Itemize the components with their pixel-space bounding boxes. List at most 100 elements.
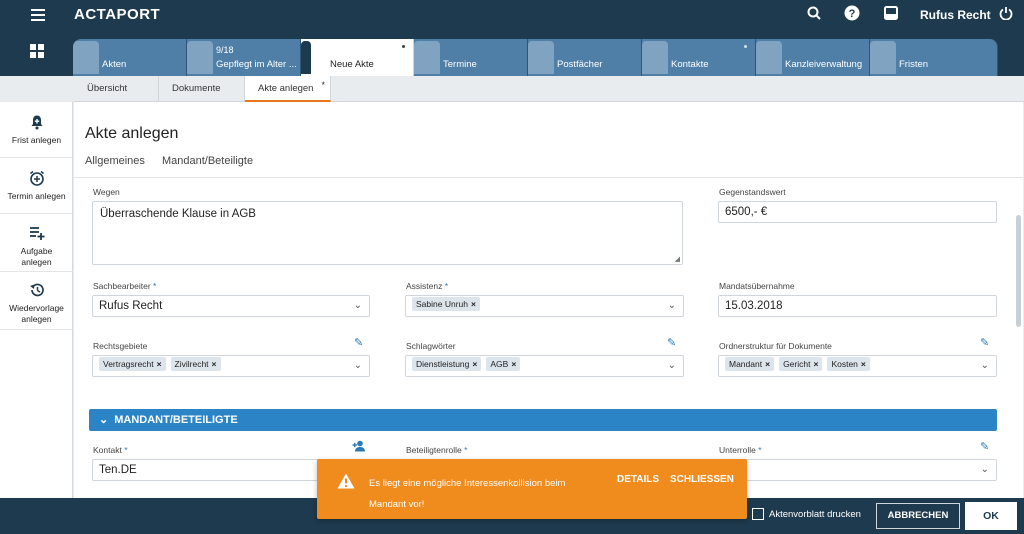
toast-details-button[interactable]: DETAILS: [617, 474, 659, 485]
tab-akten[interactable]: Akten: [73, 39, 187, 76]
chip-kosten: Kosten ×: [827, 357, 870, 371]
ok-button[interactable]: OK: [965, 502, 1017, 530]
tab-neue-akte[interactable]: Neue Akte: [301, 39, 414, 76]
document-icon: [301, 41, 311, 74]
help-icon[interactable]: ?: [842, 5, 862, 25]
section-tabs: Allgemeines Mandant/Beteiligte: [85, 155, 267, 167]
chip-remove-icon[interactable]: ×: [861, 359, 866, 369]
divider: [74, 177, 1023, 178]
subtab-uebersicht[interactable]: Übersicht: [74, 76, 159, 102]
chevron-down-icon: ⌄: [99, 414, 109, 426]
alarm-plus-icon: [28, 170, 46, 188]
chip-gericht: Gericht ×: [779, 357, 823, 371]
section-tab-allgemeines[interactable]: Allgemeines: [85, 155, 145, 167]
sidebar-frist-anlegen[interactable]: Frist anlegen: [0, 102, 73, 158]
page-title: Akte anlegen: [85, 125, 179, 142]
mandatsuebernahme-label: Mandatsübernahme: [719, 281, 795, 291]
main-tab-strip: Akten 9/18 Gepflegt im Alter ... Neue Ak…: [0, 30, 1024, 76]
top-bar: ACTAPORT ? Rufus Recht: [0, 0, 1024, 30]
inbox-icon[interactable]: [881, 5, 901, 25]
bell-plus-icon: [28, 114, 46, 132]
pencil-icon[interactable]: ✎: [980, 441, 992, 453]
tab-gepflegt[interactable]: 9/18 Gepflegt im Alter ...: [187, 39, 301, 76]
toast-close-button[interactable]: SCHLIESSEN: [670, 474, 734, 485]
sub-tab-strip: Übersicht Dokumente Akte anlegen *: [74, 76, 1024, 102]
tab-kontakte[interactable]: Kontakte: [642, 39, 756, 76]
subtab-akte-anlegen[interactable]: Akte anlegen *: [245, 76, 331, 102]
chip-remove-icon[interactable]: ×: [765, 359, 770, 369]
chip-dienstleistung: Dienstleistung ×: [412, 357, 482, 371]
rechtsgebiete-select[interactable]: Vertragsrecht × Zivilrecht × ⌄: [92, 355, 370, 377]
warning-icon: [337, 473, 355, 493]
print-checkbox[interactable]: [752, 508, 764, 520]
chip-mandant: Mandant ×: [725, 357, 775, 371]
mandatsuebernahme-field[interactable]: 15.03.2018: [718, 295, 997, 317]
wegen-textarea[interactable]: Überraschende Klause in AGB ◢: [92, 201, 683, 265]
chip-sabine-unruh: Sabine Unruh ×: [412, 297, 480, 311]
vertical-scrollbar[interactable]: [1016, 215, 1021, 327]
search-icon[interactable]: [804, 5, 824, 25]
assistenz-select[interactable]: Sabine Unruh × ⌄: [405, 295, 684, 317]
sachbearbeiter-label: Sachbearbeiter *: [93, 281, 157, 291]
chip-remove-icon[interactable]: ×: [813, 359, 818, 369]
tab-termine[interactable]: Termine: [414, 39, 528, 76]
rechtsgebiete-label: Rechtsgebiete: [93, 341, 148, 351]
chip-remove-icon[interactable]: ×: [157, 359, 162, 369]
cancel-button[interactable]: ABBRECHEN: [876, 503, 960, 529]
subtab-dokumente[interactable]: Dokumente: [159, 76, 245, 102]
chip-remove-icon[interactable]: ×: [472, 359, 477, 369]
chip-remove-icon[interactable]: ×: [471, 299, 476, 309]
conflict-warning-toast: Es liegt eine mögliche Interessenkollisi…: [317, 459, 747, 519]
chevron-down-icon: ⌄: [980, 464, 989, 475]
grid-icon[interactable]: [30, 44, 44, 58]
pencil-icon[interactable]: ✎: [354, 337, 366, 349]
section-tab-mandant[interactable]: Mandant/Beteiligte: [162, 155, 253, 167]
document-icon: [187, 41, 213, 74]
svg-text:?: ?: [849, 8, 856, 20]
add-person-icon[interactable]: [352, 440, 368, 452]
gear-icon: [756, 41, 782, 74]
user-name[interactable]: Rufus Recht: [920, 8, 991, 22]
unterrolle-select[interactable]: ⌄: [718, 459, 997, 481]
chevron-down-icon: ⌄: [353, 360, 362, 371]
chevron-down-icon: ⌄: [667, 360, 676, 371]
main-content: Akte anlegen Allgemeines Mandant/Beteili…: [74, 102, 1023, 498]
chip-remove-icon[interactable]: ×: [511, 359, 516, 369]
chevron-down-icon: ⌄: [667, 300, 676, 311]
tab-postfaecher[interactable]: Postfächer: [528, 39, 642, 76]
tab-fristen[interactable]: Fristen: [870, 39, 998, 76]
calendar-plus-icon: [414, 41, 440, 74]
ordnerstruktur-select[interactable]: Mandant × Gericht × Kosten × ⌄: [718, 355, 997, 377]
deadline-icon: [870, 41, 896, 74]
kontakt-label: Kontakt *: [93, 445, 128, 455]
hamburger-icon[interactable]: [31, 9, 45, 24]
resize-handle-icon[interactable]: ◢: [675, 255, 680, 263]
modified-star: *: [321, 80, 325, 90]
sachbearbeiter-select[interactable]: Rufus Recht ⌄: [92, 295, 370, 317]
chip-agb: AGB ×: [486, 357, 521, 371]
chevron-down-icon: ⌄: [353, 300, 362, 311]
pencil-icon[interactable]: ✎: [980, 337, 992, 349]
sidebar-wiedervorlage-anlegen[interactable]: Wiedervorlage anlegen: [0, 272, 73, 330]
list-plus-icon: [28, 225, 46, 243]
search-folder-icon: [73, 41, 99, 74]
app-logo: ACTAPORT: [74, 6, 161, 23]
ordnerstruktur-label: Ordnerstruktur für Dokumente: [719, 341, 832, 351]
power-icon[interactable]: [996, 5, 1016, 25]
schlagwoerter-select[interactable]: Dienstleistung × AGB × ⌄: [405, 355, 684, 377]
modified-dot: [402, 45, 405, 48]
action-sidebar: Frist anlegen Termin anlegen Aufgabe anl…: [0, 102, 73, 498]
sidebar-termin-anlegen[interactable]: Termin anlegen: [0, 158, 73, 214]
gegenstandswert-label: Gegenstandswert: [719, 187, 786, 197]
chip-remove-icon[interactable]: ×: [212, 359, 217, 369]
mandant-section-header[interactable]: ⌄ MANDANT/BETEILIGTE: [89, 409, 997, 431]
pencil-icon[interactable]: ✎: [667, 337, 679, 349]
schlagwoerter-label: Schlagwörter: [406, 341, 456, 351]
wegen-label: Wegen: [93, 187, 120, 197]
history-icon: [28, 282, 46, 300]
sidebar-aufgabe-anlegen[interactable]: Aufgabe anlegen: [0, 214, 73, 272]
gegenstandswert-field[interactable]: 6500,- €: [718, 201, 997, 223]
unterrolle-label: Unterrolle *: [719, 445, 762, 455]
tab-kanzleiverwaltung[interactable]: Kanzleiverwaltung: [756, 39, 870, 76]
print-checkbox-label[interactable]: Aktenvorblatt drucken: [769, 509, 861, 520]
